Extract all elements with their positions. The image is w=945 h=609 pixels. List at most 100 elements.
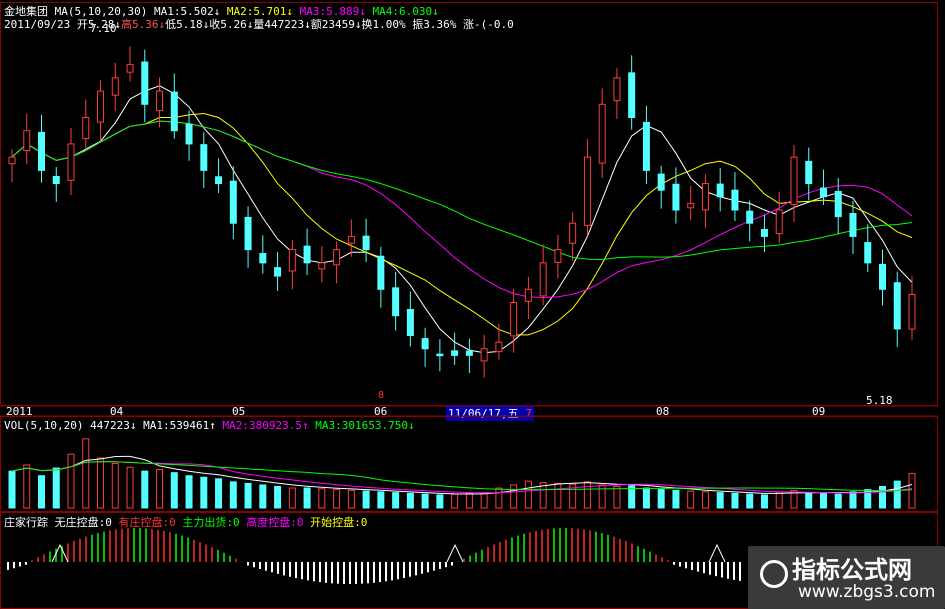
- volume-bar: [701, 491, 709, 509]
- volume-bar: [716, 492, 724, 509]
- candle-body: [8, 156, 16, 165]
- indicator-triangle: [446, 543, 464, 563]
- volume-bar: [524, 480, 532, 509]
- volume-bar: [215, 478, 223, 509]
- volume-bar: [731, 492, 739, 509]
- candle-body: [746, 210, 754, 224]
- volume-bar: [23, 464, 31, 509]
- candle-body: [244, 216, 252, 251]
- candle-body: [687, 202, 695, 209]
- volume-bar: [52, 467, 60, 509]
- candle-body: [893, 282, 901, 330]
- volume-bar: [657, 489, 665, 509]
- volume-bar: [849, 491, 857, 509]
- volume-bar: [908, 473, 916, 509]
- candle-body: [126, 64, 134, 73]
- volume-bar: [156, 469, 164, 509]
- candle-body: [392, 287, 400, 317]
- candle-body: [97, 90, 105, 123]
- volume-bar: [141, 470, 149, 509]
- candle-body: [628, 72, 636, 118]
- candle-body: [465, 350, 473, 356]
- candle-body: [834, 190, 842, 218]
- volume-bar: [406, 492, 414, 509]
- volume-bar: [746, 493, 754, 509]
- candle-body: [598, 103, 606, 164]
- candle-body: [510, 302, 518, 337]
- candle-body: [421, 338, 429, 350]
- volume-bar: [495, 487, 503, 509]
- volume-bar: [303, 487, 311, 509]
- candle-body: [436, 353, 444, 357]
- candle-body: [82, 117, 90, 140]
- watermark-url: www.zbgs3.com: [798, 582, 936, 602]
- volume-bar: [613, 485, 621, 509]
- volume-bar: [465, 492, 473, 509]
- candle-body: [805, 160, 813, 185]
- candle-body: [141, 61, 149, 105]
- volume-bar: [67, 453, 75, 509]
- volume-bar: [200, 476, 208, 509]
- candle-body: [495, 341, 503, 353]
- candle-body: [657, 173, 665, 191]
- volume-bar: [333, 489, 341, 509]
- candle-body: [318, 262, 326, 270]
- ma-line-4: [11, 120, 913, 261]
- volume-bar: [170, 472, 178, 509]
- candle-body: [362, 235, 370, 251]
- volume-bar: [185, 475, 193, 509]
- candle-body: [67, 143, 75, 181]
- candle-body: [38, 131, 46, 171]
- volume-bar: [274, 485, 282, 509]
- candle-body: [524, 288, 532, 302]
- volume-bar: [878, 485, 886, 509]
- candle-body: [229, 180, 237, 224]
- volume-bar: [8, 470, 16, 509]
- candle-body: [642, 121, 650, 171]
- volume-bar: [436, 494, 444, 509]
- candle-body: [716, 183, 724, 198]
- candle-body: [775, 209, 783, 235]
- volume-bar: [834, 493, 842, 509]
- candle-body: [185, 123, 193, 145]
- volume-bar: [392, 492, 400, 509]
- watermark-logo-icon: [760, 560, 788, 588]
- volume-bar: [775, 491, 783, 509]
- candle-body: [672, 183, 680, 211]
- candle-body: [347, 235, 355, 244]
- candle-body: [215, 176, 223, 185]
- volume-bar: [259, 484, 267, 509]
- candle-body: [52, 175, 60, 185]
- volume-bar: [583, 481, 591, 509]
- candle-body: [259, 253, 267, 264]
- volume-bar: [288, 487, 296, 509]
- candle-body: [790, 156, 798, 205]
- indicator-triangle: [708, 543, 726, 563]
- volume-bar: [480, 492, 488, 509]
- volume-bar: [510, 484, 518, 509]
- candle-body: [333, 249, 341, 266]
- chart-canvas[interactable]: [0, 0, 945, 609]
- candle-body: [170, 91, 178, 132]
- candle-body: [288, 249, 296, 272]
- volume-bar: [362, 490, 370, 509]
- volume-bar: [421, 493, 429, 509]
- volume-bar: [82, 438, 90, 509]
- candle-body: [406, 309, 414, 337]
- volume-bar: [819, 492, 827, 509]
- candle-body: [569, 222, 577, 244]
- candle-body: [701, 183, 709, 211]
- candle-body: [111, 77, 119, 96]
- candle-body: [760, 229, 768, 237]
- volume-bar: [642, 487, 650, 509]
- candle-body: [303, 245, 311, 264]
- volume-bar: [893, 480, 901, 509]
- volume-bar: [229, 481, 237, 509]
- candle-body: [613, 77, 621, 102]
- candle-body: [200, 144, 208, 171]
- candle-body: [908, 294, 916, 330]
- volume-bar: [687, 490, 695, 509]
- candle-body: [156, 90, 164, 112]
- volume-bar: [126, 466, 134, 509]
- volume-bar: [38, 475, 46, 509]
